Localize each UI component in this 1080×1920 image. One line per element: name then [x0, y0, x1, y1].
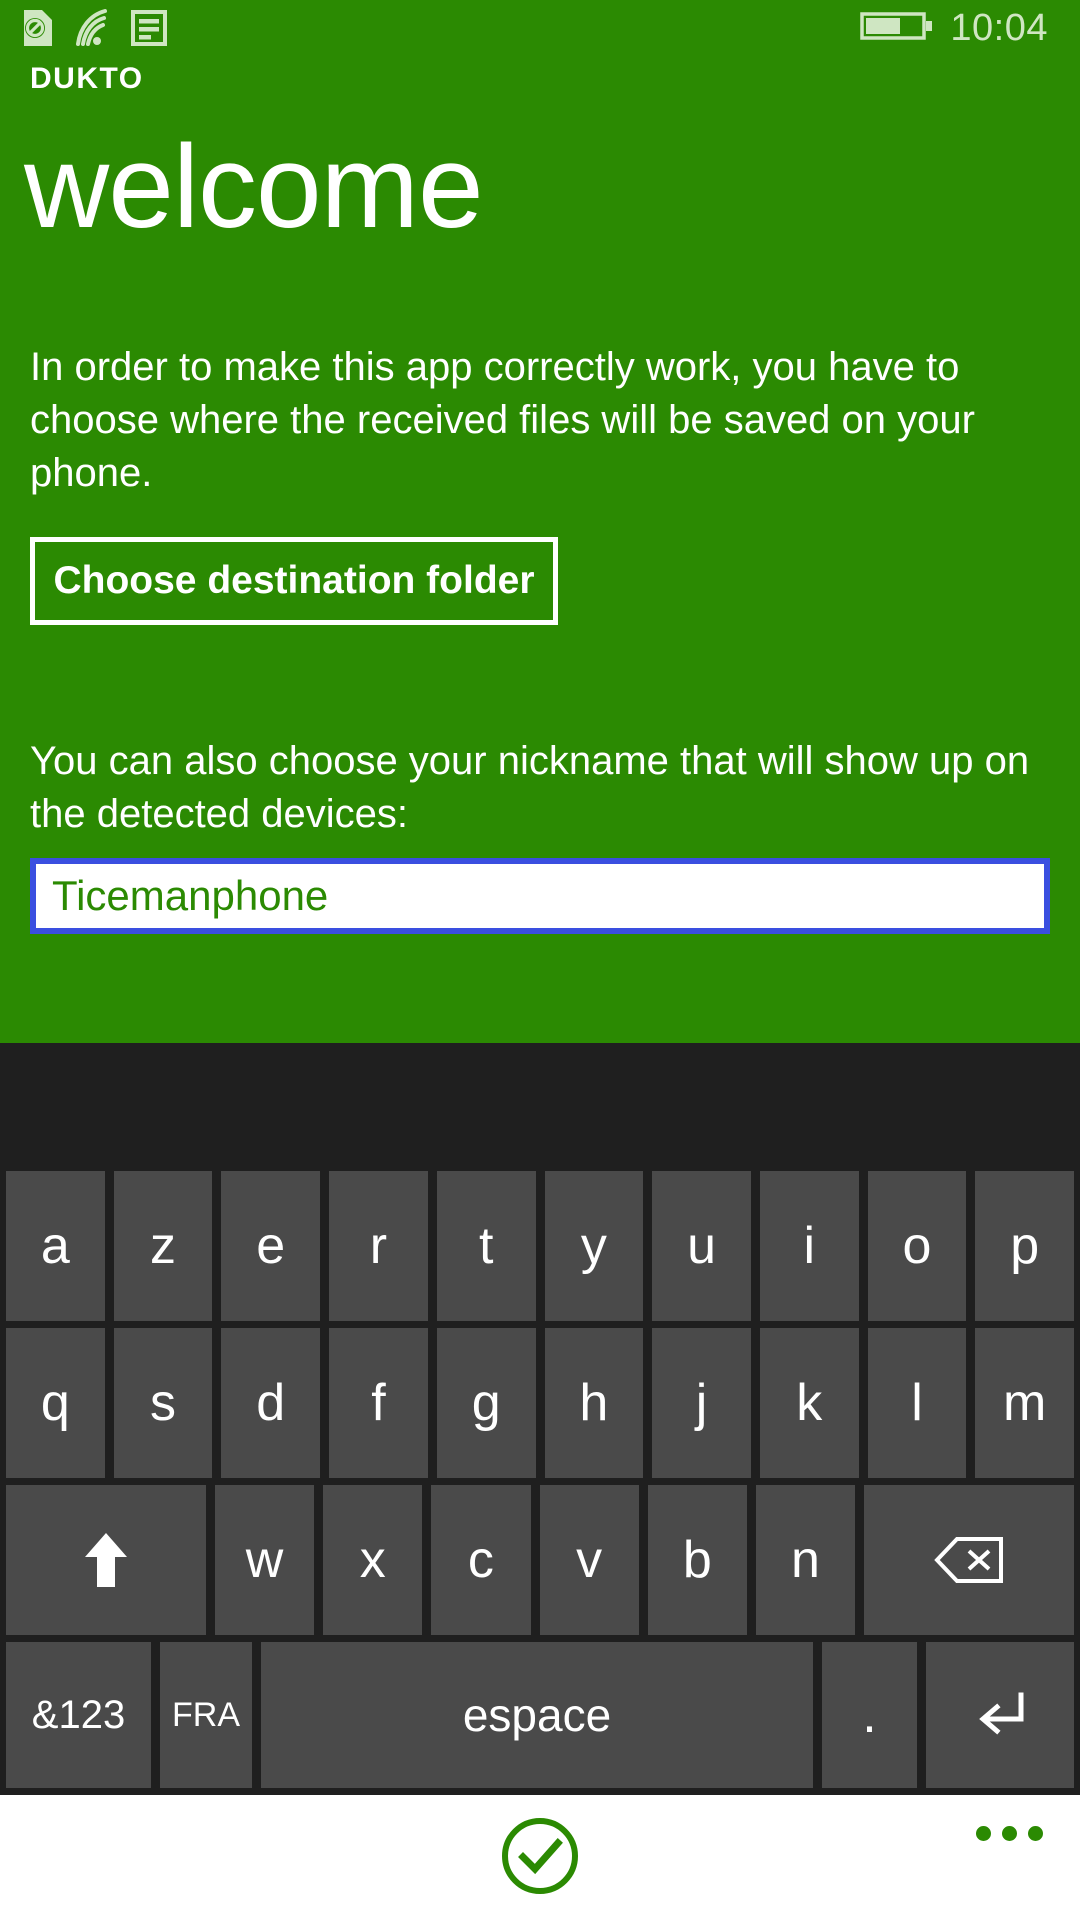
key-h[interactable]: h: [544, 1328, 644, 1478]
backspace-key[interactable]: [864, 1485, 1075, 1635]
key-m[interactable]: m: [975, 1328, 1075, 1478]
nickname-paragraph: You can also choose your nickname that w…: [30, 739, 1030, 836]
phone-screen: 10:04 DUKTO welcome In order to make thi…: [0, 0, 1080, 1920]
language-key[interactable]: FRA: [160, 1642, 252, 1788]
more-options-button[interactable]: [964, 1811, 1054, 1855]
on-screen-keyboard: a z e r t y u i o p q s d f g h j k l m: [0, 1043, 1080, 1795]
key-e[interactable]: e: [221, 1171, 321, 1321]
key-t[interactable]: t: [436, 1171, 536, 1321]
sim-card-disabled-icon: [20, 8, 56, 53]
status-bar-clock: 10:04: [950, 7, 1048, 49]
key-d[interactable]: d: [221, 1328, 321, 1478]
more-ellipsis-icon: [975, 1825, 991, 1841]
accept-button[interactable]: [499, 1815, 581, 1897]
keyboard-row-2: q s d f g h j k l m: [0, 1328, 1080, 1478]
key-a[interactable]: a: [6, 1171, 105, 1321]
key-w[interactable]: w: [215, 1485, 315, 1635]
page-title: welcome: [24, 121, 484, 253]
cellular-signal-icon: [130, 8, 168, 53]
status-bar: 10:04: [0, 0, 1080, 58]
keyboard-row-4: &123 FRA espace .: [0, 1642, 1080, 1788]
key-y[interactable]: y: [544, 1171, 644, 1321]
intro-paragraph: In order to make this app correctly work…: [30, 345, 975, 495]
nickname-input[interactable]: [52, 864, 1044, 928]
key-p[interactable]: p: [975, 1171, 1075, 1321]
shift-arrow-icon: [79, 1529, 133, 1591]
enter-key[interactable]: [926, 1642, 1074, 1788]
key-q[interactable]: q: [6, 1328, 105, 1478]
key-o[interactable]: o: [867, 1171, 967, 1321]
key-g[interactable]: g: [436, 1328, 536, 1478]
space-key[interactable]: espace: [261, 1642, 813, 1788]
keyboard-row-3: w x c v b n: [0, 1485, 1080, 1635]
key-f[interactable]: f: [329, 1328, 428, 1478]
key-v[interactable]: v: [539, 1485, 639, 1635]
key-r[interactable]: r: [329, 1171, 428, 1321]
more-ellipsis-dot-3: [1027, 1825, 1043, 1841]
more-ellipsis-dot-2: [1001, 1825, 1017, 1841]
app-bar: [0, 1795, 1080, 1920]
status-bar-right: 10:04: [860, 6, 1048, 50]
key-c[interactable]: c: [431, 1485, 531, 1635]
key-i[interactable]: i: [759, 1171, 859, 1321]
key-x[interactable]: x: [323, 1485, 423, 1635]
wifi-signal-icon: [72, 8, 114, 53]
app-title: DUKTO: [30, 62, 144, 95]
key-n[interactable]: n: [755, 1485, 856, 1635]
period-key[interactable]: .: [822, 1642, 917, 1788]
key-u[interactable]: u: [652, 1171, 751, 1321]
keyboard-suggestion-bar[interactable]: [0, 1043, 1080, 1168]
symbols-key[interactable]: &123: [6, 1642, 151, 1788]
battery-icon: [860, 8, 934, 49]
key-z[interactable]: z: [113, 1171, 213, 1321]
key-k[interactable]: k: [759, 1328, 859, 1478]
status-bar-left-icons: [20, 8, 168, 53]
accept-check-icon: [499, 1818, 581, 1901]
enter-icon: [971, 1689, 1029, 1741]
choose-destination-folder-button[interactable]: Choose destination folder: [30, 537, 558, 625]
key-b[interactable]: b: [647, 1485, 747, 1635]
keyboard-row-1: a z e r t y u i o p: [0, 1171, 1080, 1321]
backspace-icon: [933, 1535, 1005, 1585]
key-j[interactable]: j: [652, 1328, 751, 1478]
nickname-field-wrapper[interactable]: [30, 858, 1050, 934]
key-s[interactable]: s: [113, 1328, 213, 1478]
app-content-region: 10:04 DUKTO welcome In order to make thi…: [0, 0, 1080, 1043]
shift-key[interactable]: [6, 1485, 206, 1635]
key-l[interactable]: l: [867, 1328, 967, 1478]
